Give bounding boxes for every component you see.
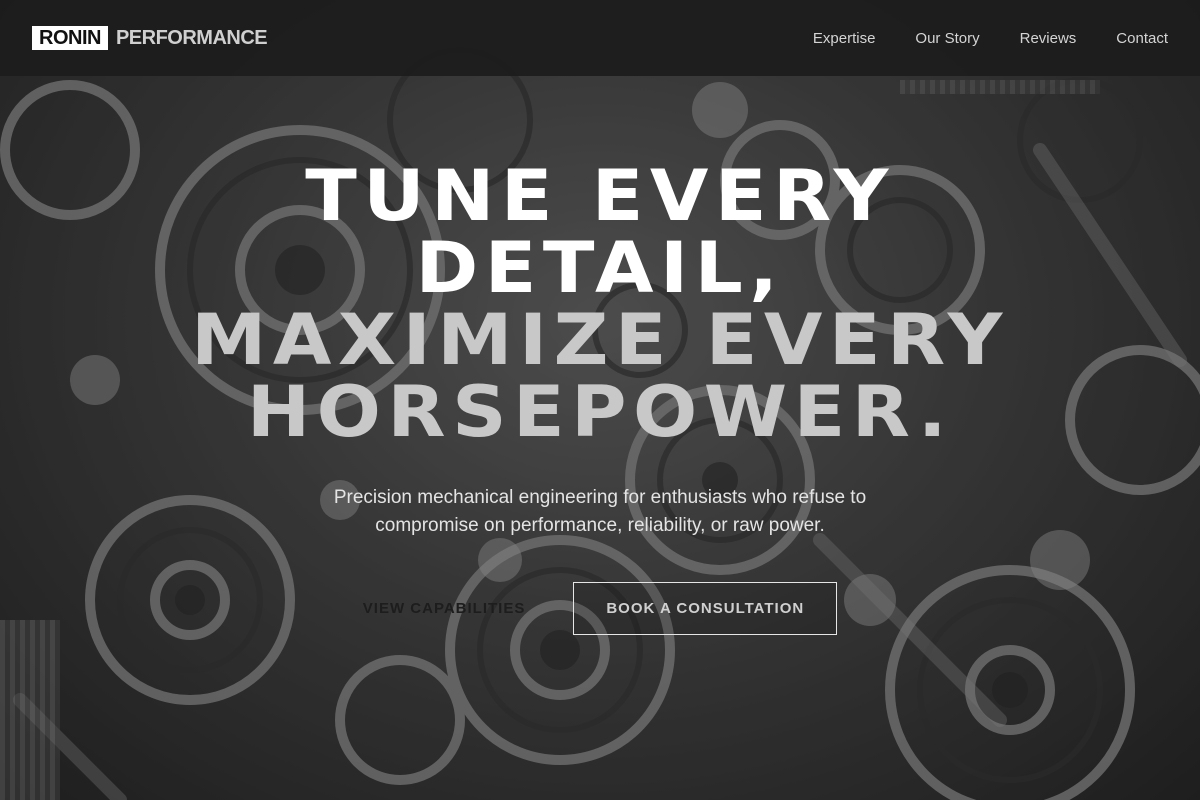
- hero-headline-line2: DETAIL,: [415, 227, 785, 309]
- hero-headline-line4: HORSEPOWER.: [246, 371, 954, 453]
- hero-section: TUNE EVERY DETAIL, MAXIMIZE EVERY HORSEP…: [0, 160, 1200, 635]
- hero-headline-line1: TUNE EVERY: [305, 155, 895, 237]
- logo-box-text: RONIN: [32, 26, 108, 50]
- book-consultation-button[interactable]: BOOK A CONSULTATION: [573, 582, 838, 635]
- site-header: RONIN PERFORMANCE Expertise Our Story Re…: [0, 0, 1200, 76]
- nav-link-reviews[interactable]: Reviews: [1020, 30, 1077, 47]
- brand-logo[interactable]: RONIN PERFORMANCE: [32, 26, 268, 50]
- hero-subtitle: Precision mechanical engineering for ent…: [333, 487, 867, 536]
- view-capabilities-button[interactable]: VIEW CAPABILITIES: [363, 600, 526, 617]
- hero-headline-line3: MAXIMIZE EVERY: [191, 299, 1009, 381]
- main-nav: Expertise Our Story Reviews Contact: [813, 30, 1168, 47]
- nav-link-our-story[interactable]: Our Story: [915, 30, 979, 47]
- cta-row: VIEW CAPABILITIES BOOK A CONSULTATION: [0, 582, 1200, 635]
- logo-wordmark: PERFORMANCE: [115, 26, 268, 49]
- nav-link-expertise[interactable]: Expertise: [813, 30, 876, 47]
- nav-link-contact[interactable]: Contact: [1116, 30, 1168, 47]
